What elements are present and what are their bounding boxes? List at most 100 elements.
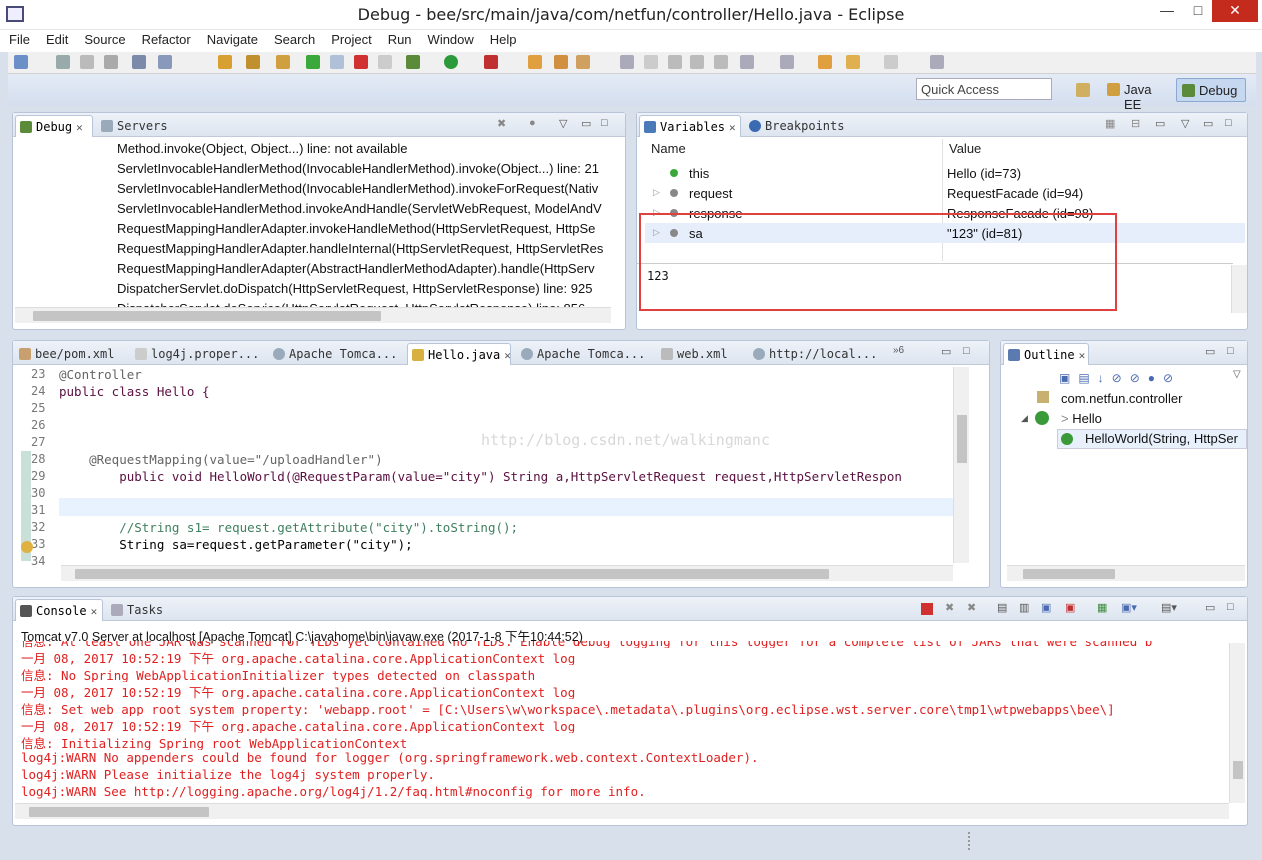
column-name-header[interactable]: Name (651, 141, 686, 161)
expand-arrow-icon[interactable]: ▷ (653, 187, 660, 198)
menu-file[interactable]: File (0, 30, 37, 47)
toggle-icon[interactable] (158, 55, 172, 69)
next-annotation-icon[interactable] (740, 55, 754, 69)
stack-frame[interactable]: ServletInvocableHandlerMethod.invokeAndH… (117, 201, 611, 221)
code-line[interactable]: 28 @RequestMapping(value="/uploadHandler… (13, 452, 953, 469)
last-edit-icon[interactable] (818, 55, 832, 69)
show-on-stderr-icon[interactable]: ▣ (1065, 601, 1075, 614)
code-line[interactable]: 32 //String s1= request.getAttribute("ci… (13, 520, 953, 537)
breakpoint-icon[interactable] (21, 541, 33, 553)
maximize-button[interactable]: □ (1185, 0, 1211, 22)
tab-hello-java[interactable]: Hello.java ✕ (407, 343, 511, 365)
minimize-view-icon[interactable]: ▭ (941, 345, 951, 358)
code-line[interactable]: 25 (13, 401, 953, 418)
remove-launch-icon[interactable]: ✖ (945, 601, 954, 614)
remove-terminated-icon[interactable]: ✖ (497, 117, 506, 130)
quick-access-input[interactable]: Quick Access (916, 78, 1052, 100)
annotation-icon[interactable] (620, 55, 634, 69)
tab-debug[interactable]: Debug ✕ (15, 115, 93, 137)
run-icon[interactable] (444, 55, 458, 69)
outline-toolbar[interactable]: ▣▤↓⊘⊘●⊘ (1059, 371, 1181, 385)
clear-console-icon[interactable]: ▤ (997, 601, 1007, 614)
outline-class[interactable]: > Hello (1061, 411, 1102, 426)
detail-scrollbar[interactable] (1231, 265, 1247, 313)
collapse-icon[interactable]: ● (529, 117, 536, 129)
open-console-icon[interactable]: ▤▾ (1161, 601, 1177, 614)
close-icon[interactable]: ✕ (504, 349, 511, 362)
tab-http-local[interactable]: http://local... (749, 343, 877, 365)
forward-icon[interactable] (884, 55, 898, 69)
close-icon[interactable]: ✕ (1079, 349, 1086, 362)
stack-frame[interactable]: RequestMappingHandlerAdapter.handleInter… (117, 241, 611, 261)
code-line[interactable]: 29 public void HelloWorld(@RequestParam(… (13, 469, 953, 486)
code-line[interactable]: 24 public class Hello { (13, 384, 953, 401)
code-line[interactable]: 31 (13, 503, 953, 520)
horizontal-scrollbar[interactable] (15, 307, 611, 323)
more-tabs-indicator[interactable]: »6 (893, 345, 904, 356)
tab-tasks[interactable]: Tasks (107, 599, 173, 621)
column-value-header[interactable]: Value (949, 141, 981, 161)
menu-source[interactable]: Source (75, 30, 132, 47)
scroll-lock-icon[interactable]: ▥ (1019, 601, 1029, 614)
close-icon[interactable]: ✕ (91, 605, 98, 618)
print-icon[interactable] (104, 55, 118, 69)
stack-frame[interactable]: DispatcherServlet.doDispatch(HttpServlet… (117, 281, 611, 301)
outline-package[interactable]: com.netfun.controller (1061, 391, 1182, 406)
perspective-debug[interactable]: Debug (1176, 78, 1246, 102)
pin-console-icon[interactable]: ▦ (1097, 601, 1107, 614)
close-icon[interactable]: ✕ (729, 121, 736, 134)
variable-row-this[interactable]: this Hello (id=73) (645, 163, 1245, 183)
pen-icon[interactable] (644, 55, 658, 69)
code-line[interactable]: 30 (13, 486, 953, 503)
back-icon[interactable] (846, 55, 860, 69)
expand-arrow-icon[interactable]: ◢ (1021, 413, 1028, 424)
stack-frame[interactable]: RequestMappingHandlerAdapter(AbstractHan… (117, 261, 611, 281)
minimize-button[interactable]: — (1150, 0, 1184, 22)
variable-row-request[interactable]: ▷ request RequestFacade (id=94) (645, 183, 1245, 203)
code-line[interactable]: 23 @Controller (13, 367, 953, 384)
disconnect-icon[interactable] (378, 55, 392, 69)
editor-vertical-scrollbar[interactable] (953, 367, 969, 563)
tab-console[interactable]: Console ✕ (15, 599, 103, 621)
show-type-names-icon[interactable]: ▦ (1105, 117, 1115, 130)
menu-search[interactable]: Search (265, 30, 322, 47)
tab-breakpoints[interactable]: Breakpoints (745, 115, 855, 137)
close-button[interactable]: ✕ (1212, 0, 1258, 22)
maximize-view-icon[interactable]: □ (1227, 345, 1234, 357)
maximize-view-icon[interactable]: □ (1225, 117, 1232, 129)
tab-variables[interactable]: Variables ✕ (639, 115, 741, 137)
resume-arrow-icon[interactable] (218, 55, 232, 69)
view-menu-icon[interactable]: ▽ (559, 117, 567, 130)
maximize-view-icon[interactable]: □ (601, 117, 608, 129)
minimize-view-icon[interactable]: ▭ (581, 117, 591, 130)
display-console-icon[interactable]: ▣▾ (1121, 601, 1137, 614)
save-all-icon[interactable] (80, 55, 94, 69)
tab-pom-xml[interactable]: bee/pom.xml (15, 343, 123, 365)
stack-frame[interactable]: ServletInvocableHandlerMethod(InvocableH… (117, 161, 611, 181)
show-whitespace-icon[interactable] (690, 55, 704, 69)
minimize-view-icon[interactable]: ▭ (1155, 117, 1165, 130)
tab-apache-tomcat-2[interactable]: Apache Tomca... (517, 343, 645, 365)
suspend-icon[interactable] (330, 55, 344, 69)
tab-log4j[interactable]: log4j.proper... (131, 343, 259, 365)
save-icon[interactable] (56, 55, 70, 69)
menu-navigate[interactable]: Navigate (198, 30, 265, 47)
open-type-icon[interactable] (528, 55, 542, 69)
code-line[interactable]: 33 String sa=request.getParameter("city"… (13, 537, 953, 554)
minimize-view-icon[interactable]: ▭ (1203, 117, 1213, 130)
menu-refactor[interactable]: Refactor (133, 30, 198, 47)
menu-help[interactable]: Help (481, 30, 524, 47)
maximize-view-icon[interactable]: □ (1227, 601, 1234, 613)
pin-editor-icon[interactable] (930, 55, 944, 69)
paragraph-icon[interactable] (714, 55, 728, 69)
search-icon[interactable] (576, 55, 590, 69)
menu-window[interactable]: Window (419, 30, 481, 47)
maximize-view-icon[interactable]: □ (963, 345, 970, 357)
resume-icon[interactable] (306, 55, 320, 69)
outline-horizontal-scrollbar[interactable] (1007, 565, 1245, 581)
close-icon[interactable]: ✕ (76, 121, 83, 134)
skip-breakpoints-icon[interactable] (132, 55, 146, 69)
debug-run-icon[interactable] (406, 55, 420, 69)
minimize-view-icon[interactable]: ▭ (1205, 601, 1215, 614)
external-tools-icon[interactable] (484, 55, 498, 69)
